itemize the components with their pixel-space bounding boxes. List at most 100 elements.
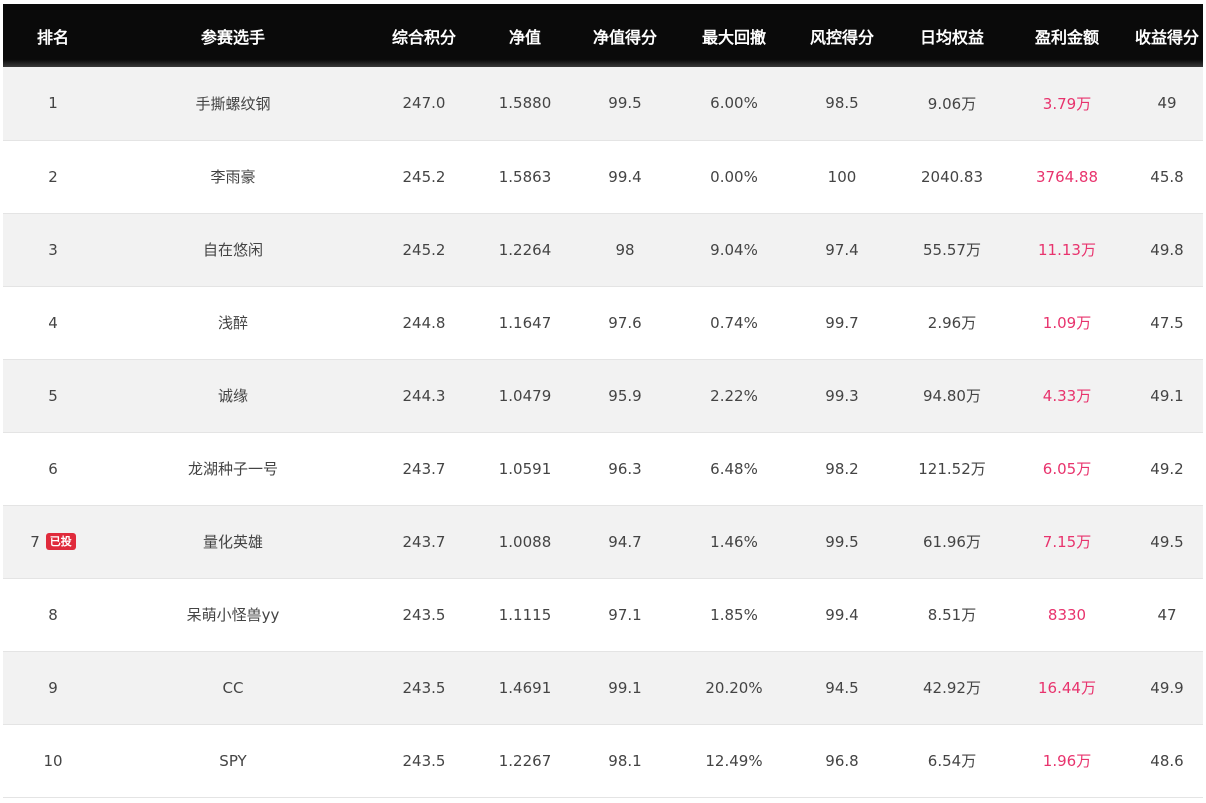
risk-score-cell: 99.3 [825,386,859,405]
return-score-cell: 49 [1157,94,1177,113]
player-cell[interactable]: 呆萌小怪兽yy [103,578,363,651]
column-header-rank[interactable]: 排名 [3,4,103,67]
rank-cell: 3 [3,213,103,286]
avg-equity-cell: 2040.83 [920,167,984,186]
risk-score-cell: 96.8 [825,751,859,770]
nav-score-cell: 98 [615,240,635,259]
rank-number: 8 [48,605,58,624]
nav-score-cell: 94.7 [608,532,642,551]
return-score-cell: 49.2 [1150,459,1184,478]
rank-number: 4 [48,313,58,332]
column-header-score[interactable]: 综合积分 [363,4,485,67]
nav-score-cell: 96.3 [608,459,642,478]
rank-cell: 6 [3,432,103,505]
nav-cell: 1.0088 [498,532,552,551]
column-header-nav[interactable]: 净值 [485,4,565,67]
column-header-max-drawdown[interactable]: 最大回撤 [685,4,783,67]
avg-equity-cell: 121.52万 [918,460,986,478]
profit-cell: 16.44万 [1038,679,1096,697]
column-header-profit[interactable]: 盈利金额 [1003,4,1131,67]
table-row[interactable]: 4 浅醉 244.8 1.1647 97.6 0.74% 99.7 2.96万 1.09万 47.… [3,286,1203,359]
nav-score-cell: 99.1 [608,678,642,697]
max-drawdown-cell: 12.49% [705,751,763,770]
score-cell: 243.5 [402,678,446,697]
table-row[interactable]: 7 已投 量化英雄 243.7 1.0088 94.7 1.46% 99.5 61.96万 7.1… [3,505,1203,578]
score-cell: 243.7 [402,532,446,551]
nav-score-cell: 98.1 [608,751,642,770]
invested-badge: 已投 [45,532,76,550]
risk-score-cell: 100 [827,167,857,186]
max-drawdown-cell: 2.22% [710,386,758,405]
player-cell[interactable]: 量化英雄 [103,505,363,578]
nav-cell: 1.5863 [498,167,552,186]
column-header-nav-score[interactable]: 净值得分 [565,4,685,67]
max-drawdown-cell: 1.46% [710,532,758,551]
score-cell: 244.8 [402,313,446,332]
table-row[interactable]: 8 呆萌小怪兽yy 243.5 1.1115 97.1 1.85% 99.4 8.51万 833… [3,578,1203,651]
column-header-risk-score[interactable]: 风控得分 [783,4,901,67]
score-cell: 245.2 [402,167,446,186]
player-cell[interactable]: 龙湖种子一号 [103,432,363,505]
table-row[interactable]: 3 自在悠闲 245.2 1.2264 98 9.04% 97.4 55.57万 11.13万 4… [3,213,1203,286]
avg-equity-cell: 9.06万 [927,94,977,113]
player-cell[interactable]: SPY [103,724,363,797]
max-drawdown-cell: 20.20% [705,678,763,697]
max-drawdown-cell: 1.85% [710,605,758,624]
player-cell[interactable]: 手撕螺纹钢 [103,67,363,140]
player-cell[interactable]: 浅醉 [103,286,363,359]
rank-wrap: 4 [48,314,58,332]
rank-wrap: 7 已投 [30,532,76,551]
rank-cell: 10 [3,724,103,797]
risk-score-cell: 97.4 [825,240,859,259]
rank-wrap: 9 [48,679,58,697]
nav-score-cell: 99.4 [608,167,642,186]
rank-cell: 9 [3,651,103,724]
rank-wrap: 6 [48,460,58,478]
rank-number: 6 [48,459,58,478]
max-drawdown-cell: 9.04% [710,240,758,259]
table-row[interactable]: 2 李雨豪 245.2 1.5863 99.4 0.00% 100 2040.83 3764.8… [3,140,1203,213]
profit-cell: 3764.88 [1035,167,1099,186]
player-cell[interactable]: 诚缘 [103,359,363,432]
table-row[interactable]: 10 SPY 243.5 1.2267 98.1 12.49% 96.8 6.54万 1.96万… [3,724,1203,797]
score-cell: 245.2 [402,240,446,259]
profit-cell: 3.79万 [1042,94,1092,113]
column-header-avg-equity[interactable]: 日均权益 [901,4,1003,67]
max-drawdown-cell: 6.48% [710,459,758,478]
nav-score-cell: 97.1 [608,605,642,624]
nav-score-cell: 95.9 [608,386,642,405]
table-row[interactable]: 1 手撕螺纹钢 247.0 1.5880 99.5 6.00% 98.5 9.06万 3.79万… [3,67,1203,140]
player-cell[interactable]: 李雨豪 [103,140,363,213]
return-score-cell: 49.5 [1150,532,1184,551]
table-body: 1 手撕螺纹钢 247.0 1.5880 99.5 6.00% 98.5 9.06万 3.79万… [3,67,1203,797]
column-header-player[interactable]: 参赛选手 [103,4,363,67]
rank-cell: 4 [3,286,103,359]
player-cell[interactable]: 自在悠闲 [103,213,363,286]
return-score-cell: 49.8 [1150,240,1184,259]
risk-score-cell: 99.4 [825,605,859,624]
rank-number: 7 [30,532,40,551]
score-cell: 243.7 [402,459,446,478]
return-score-cell: 49.1 [1150,386,1184,405]
table-row[interactable]: 6 龙湖种子一号 243.7 1.0591 96.3 6.48% 98.2 121.52万 6.… [3,432,1203,505]
score-cell: 247.0 [402,94,446,113]
rank-cell: 5 [3,359,103,432]
avg-equity-cell: 8.51万 [927,606,977,624]
table-row[interactable]: 5 诚缘 244.3 1.0479 95.9 2.22% 99.3 94.80万 4.33万 49… [3,359,1203,432]
max-drawdown-cell: 6.00% [710,94,758,113]
rank-number: 1 [48,94,58,113]
ranking-page: 排名 参赛选手 综合积分 净值 净值得分 最大回撤 风控得分 日均权益 盈利金额… [0,0,1206,803]
max-drawdown-cell: 0.00% [710,167,758,186]
score-cell: 243.5 [402,751,446,770]
player-cell[interactable]: CC [103,651,363,724]
nav-cell: 1.5880 [498,94,552,113]
profit-cell: 1.09万 [1042,314,1092,332]
rank-number: 10 [43,751,63,770]
nav-cell: 1.0591 [498,459,552,478]
nav-cell: 1.1115 [498,605,552,624]
profit-cell: 4.33万 [1042,387,1092,405]
table-row[interactable]: 9 CC 243.5 1.4691 99.1 20.20% 94.5 42.92万 16.44万… [3,651,1203,724]
return-score-cell: 49.9 [1150,678,1184,697]
avg-equity-cell: 42.92万 [923,679,981,697]
column-header-return-score[interactable]: 收益得分 [1131,4,1203,67]
